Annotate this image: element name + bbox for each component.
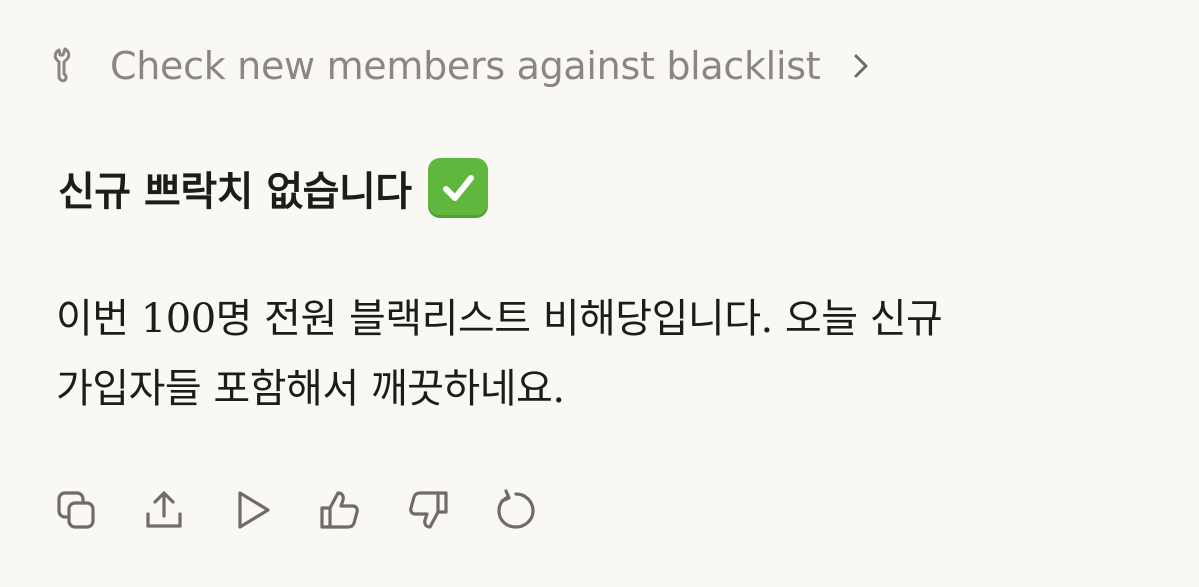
check-mark-button-icon <box>427 158 488 218</box>
share-icon <box>142 488 186 536</box>
message-heading: 신규 쁘락치 없습니다 <box>58 158 488 218</box>
retry-icon <box>494 488 538 536</box>
share-button[interactable] <box>138 486 190 538</box>
thumbs-up-icon <box>318 488 362 536</box>
play-button[interactable] <box>226 486 278 538</box>
thumbs-up-button[interactable] <box>314 486 366 538</box>
chevron-right-icon <box>850 46 876 86</box>
body-line: 이번 100명 전원 블랙리스트 비해당입니다. 오늘 신규 <box>56 296 943 342</box>
play-icon <box>230 488 274 536</box>
body-line: 가입자들 포함해서 깨끗하네요. <box>56 366 565 412</box>
wrench-icon <box>50 46 86 86</box>
tool-call-row[interactable]: Check new members against blacklist <box>50 38 876 94</box>
thumbs-down-icon <box>406 488 450 536</box>
message-body: 이번 100명 전원 블랙리스트 비해당입니다. 오늘 신규 가입자들 포함해서… <box>56 284 1146 424</box>
copy-icon <box>54 488 98 536</box>
copy-button[interactable] <box>50 486 102 538</box>
thumbs-down-button[interactable] <box>402 486 454 538</box>
retry-button[interactable] <box>490 486 542 538</box>
message-actions <box>50 486 542 538</box>
heading-text: 신규 쁘락치 없습니다 <box>58 169 412 215</box>
tool-call-label: Check new members against blacklist <box>110 44 821 88</box>
